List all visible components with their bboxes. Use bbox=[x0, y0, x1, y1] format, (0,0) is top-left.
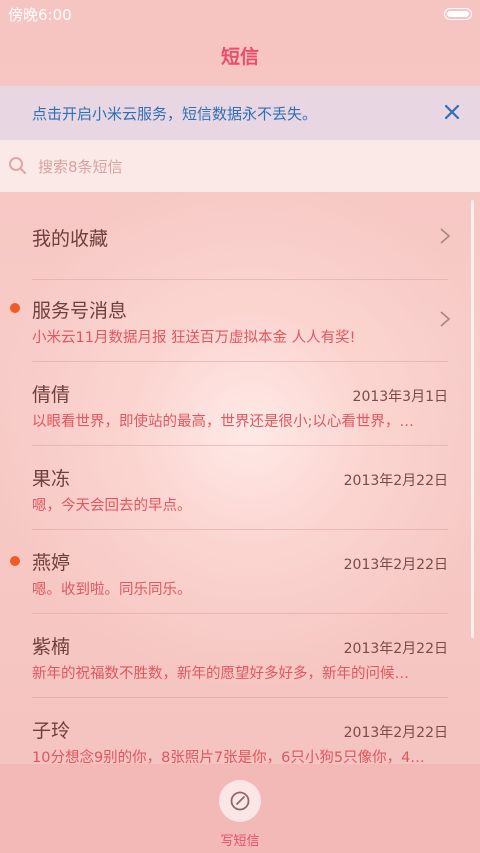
message-date: 2013年2月22日 bbox=[343, 725, 448, 741]
chevron-right-icon bbox=[440, 228, 451, 244]
favorites-row[interactable]: 我的收藏 bbox=[0, 196, 480, 280]
unread-dot bbox=[10, 303, 20, 313]
status-time: 傍晚6:00 bbox=[8, 6, 72, 24]
search-icon bbox=[8, 156, 28, 176]
message-list: 我的收藏 服务号消息 小米云11月数据月报 狂送百万虚拟本金 人人有奖! 倩倩 … bbox=[0, 196, 480, 764]
conversation-row[interactable]: 倩倩 2013年3月1日 以眼看世界，即使站的最高，世界还是很小;以心看世界，… bbox=[0, 362, 480, 446]
contact-name: 燕婷 bbox=[32, 552, 71, 574]
chevron-right-icon bbox=[440, 311, 451, 327]
search-input[interactable] bbox=[36, 154, 440, 180]
close-icon[interactable] bbox=[438, 98, 466, 126]
page-title: 短信 bbox=[220, 46, 259, 68]
service-row[interactable]: 服务号消息 小米云11月数据月报 狂送百万虚拟本金 人人有奖! bbox=[0, 278, 480, 362]
message-date: 2013年3月1日 bbox=[352, 389, 448, 405]
service-subtitle: 小米云11月数据月报 狂送百万虚拟本金 人人有奖! bbox=[32, 330, 356, 346]
compose-icon bbox=[230, 791, 250, 811]
battery-icon bbox=[444, 8, 472, 20]
banner-text[interactable]: 点击开启小米云服务，短信数据永不丢失。 bbox=[32, 103, 317, 124]
message-date: 2013年2月22日 bbox=[343, 641, 448, 657]
contact-name: 紫楠 bbox=[32, 636, 71, 658]
scrollbar[interactable] bbox=[471, 200, 474, 638]
service-title: 服务号消息 bbox=[32, 300, 128, 322]
message-date: 2013年2月22日 bbox=[343, 473, 448, 489]
contact-name: 果冻 bbox=[32, 468, 71, 490]
compose-button[interactable] bbox=[219, 780, 261, 822]
bottom-bar: 写短信 bbox=[0, 764, 480, 853]
contact-name: 倩倩 bbox=[32, 384, 71, 406]
message-preview: 嗯，今天会回去的早点。 bbox=[32, 498, 192, 514]
contact-name: 子玲 bbox=[32, 720, 71, 742]
message-preview: 10分想念9别的你，8张照片7张是你，6只小狗5只像你，4… bbox=[32, 750, 425, 764]
message-date: 2013年2月22日 bbox=[343, 557, 448, 573]
status-bar: 傍晚6:00 bbox=[0, 0, 480, 28]
conversation-row[interactable]: 燕婷 2013年2月22日 嗯。收到啦。同乐同乐。 bbox=[0, 530, 480, 614]
conversation-row[interactable]: 果冻 2013年2月22日 嗯，今天会回去的早点。 bbox=[0, 446, 480, 530]
message-preview: 新年的祝福数不胜数，新年的愿望好多好多，新年的问候… bbox=[32, 666, 409, 682]
cloud-banner[interactable]: 点击开启小米云服务，短信数据永不丢失。 bbox=[0, 86, 480, 140]
message-preview: 嗯。收到啦。同乐同乐。 bbox=[32, 582, 192, 598]
search-bar[interactable] bbox=[0, 140, 480, 192]
favorites-label: 我的收藏 bbox=[32, 228, 109, 250]
message-preview: 以眼看世界，即使站的最高，世界还是很小;以心看世界，… bbox=[32, 414, 414, 430]
unread-dot bbox=[10, 556, 20, 566]
conversation-row[interactable]: 子玲 2013年2月22日 10分想念9别的你，8张照片7张是你，6只小狗5只像… bbox=[0, 698, 480, 764]
compose-label[interactable]: 写短信 bbox=[0, 830, 480, 849]
conversation-row[interactable]: 紫楠 2013年2月22日 新年的祝福数不胜数，新年的愿望好多好多，新年的问候… bbox=[0, 614, 480, 698]
